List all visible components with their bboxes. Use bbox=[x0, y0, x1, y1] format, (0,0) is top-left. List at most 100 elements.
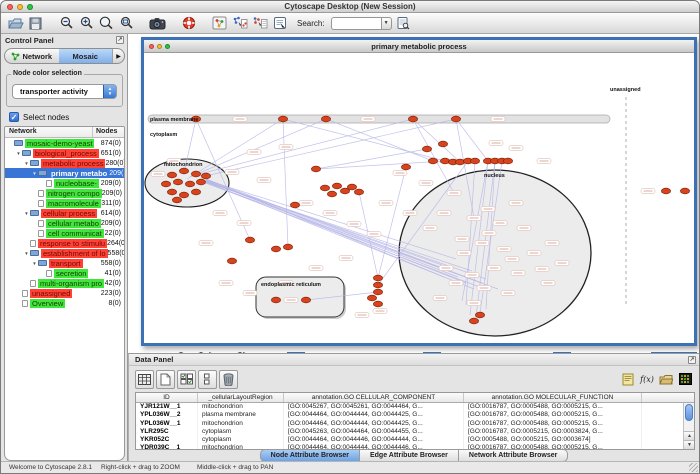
network-node[interactable] bbox=[451, 116, 460, 122]
network-view-window[interactable]: primary metabolic process plasma membran… bbox=[141, 37, 697, 346]
background-windows-strip[interactable] bbox=[141, 346, 697, 353]
zoom-window-icon[interactable] bbox=[27, 4, 33, 10]
function-builder-icon[interactable]: f(x) bbox=[639, 372, 655, 387]
network-node[interactable] bbox=[327, 191, 336, 197]
open-file-icon[interactable] bbox=[7, 15, 24, 31]
table-row[interactable]: YLR295Ccytoplasm[GO:0045263, GO:0044464,… bbox=[136, 428, 683, 436]
network-node[interactable] bbox=[271, 246, 280, 252]
expand-arrow-icon[interactable]: ▼ bbox=[23, 211, 30, 216]
import-network-icon[interactable] bbox=[231, 15, 248, 31]
network-node[interactable] bbox=[167, 172, 176, 178]
network-node[interactable] bbox=[347, 184, 356, 190]
network-node[interactable] bbox=[428, 158, 437, 164]
network-node[interactable] bbox=[172, 197, 181, 203]
network-node[interactable] bbox=[179, 192, 188, 198]
delete-attribute-icon[interactable] bbox=[219, 370, 238, 389]
enhanced-search-icon[interactable] bbox=[395, 15, 412, 31]
frame-minimize-icon[interactable] bbox=[157, 44, 162, 49]
column-header-0[interactable]: ID bbox=[136, 393, 198, 402]
tree-row-secretion[interactable]: secretion41(0) bbox=[5, 268, 124, 278]
table-row[interactable]: YKR052Ccytoplasm[GO:0044464, GO:0044446,… bbox=[136, 436, 683, 444]
zoom-out-icon[interactable] bbox=[58, 15, 75, 31]
network-node[interactable] bbox=[354, 189, 363, 195]
tab-network[interactable]: Network bbox=[5, 49, 59, 63]
tree-row-overview[interactable]: Overview8(0) bbox=[5, 298, 124, 308]
search-dropdown-icon[interactable]: ▼ bbox=[381, 17, 392, 30]
combo-stepper-icon[interactable]: ▲▼ bbox=[103, 84, 117, 99]
select-nodes-checkbox[interactable]: ✓ bbox=[9, 112, 19, 122]
network-node[interactable] bbox=[661, 188, 670, 194]
network-node[interactable] bbox=[196, 179, 205, 185]
tree-row-establishment-of-lo[interactable]: ▼establishment of lo558(0) bbox=[5, 248, 124, 258]
table-scrollbar[interactable]: ▲ ▼ bbox=[683, 403, 694, 449]
expand-arrow-icon[interactable]: ▼ bbox=[31, 261, 38, 266]
table-row[interactable]: YPL036W__2plasma membrane[GO:0044464, GO… bbox=[136, 411, 683, 419]
column-header-1[interactable]: _cellularLayoutRegion bbox=[198, 393, 284, 402]
network-node[interactable] bbox=[438, 141, 447, 147]
column-header-3[interactable]: annotation.GO MOLECULAR_FUNCTION bbox=[464, 393, 642, 402]
network-node[interactable] bbox=[161, 181, 170, 187]
network-node[interactable] bbox=[408, 116, 417, 122]
float-panel-icon[interactable]: ↗ bbox=[116, 36, 124, 44]
manage-networks-icon[interactable] bbox=[211, 15, 228, 31]
search-input[interactable] bbox=[331, 17, 381, 30]
network-node[interactable] bbox=[373, 275, 382, 281]
frame-close-icon[interactable] bbox=[149, 44, 154, 49]
network-node[interactable] bbox=[422, 146, 431, 152]
tree-row-mosaic-demo-yeast[interactable]: mosaic-demo-yeast874(0) bbox=[5, 138, 124, 148]
heatmap-icon[interactable] bbox=[677, 372, 693, 387]
scroll-down-icon[interactable]: ▼ bbox=[684, 440, 695, 449]
network-node[interactable] bbox=[475, 312, 484, 318]
frame-zoom-icon[interactable] bbox=[165, 44, 170, 49]
attribute-matrix-small-icon[interactable] bbox=[198, 370, 217, 389]
tree-row-cell-communicat[interactable]: cell communicat22(0) bbox=[5, 228, 124, 238]
network-canvas[interactable]: plasma membrane cytoplasm mitochondrion … bbox=[144, 53, 694, 343]
network-node[interactable] bbox=[201, 173, 210, 179]
zoom-fit-icon[interactable] bbox=[98, 15, 115, 31]
tree-row-unassigned[interactable]: unassigned223(0) bbox=[5, 288, 124, 298]
tree-row-macromolecule[interactable]: macromolecule311(0) bbox=[5, 198, 124, 208]
tree-row-biological-process[interactable]: ▼biological_process651(0) bbox=[5, 148, 124, 158]
network-node[interactable] bbox=[191, 189, 200, 195]
tree-row-primary-metabo[interactable]: ▼primary metabo209(... bbox=[5, 168, 124, 178]
network-node[interactable] bbox=[321, 116, 330, 122]
network-node[interactable] bbox=[680, 188, 689, 194]
zoom-selected-region-icon[interactable] bbox=[118, 15, 135, 31]
network-node[interactable] bbox=[179, 168, 188, 174]
network-node[interactable] bbox=[332, 183, 341, 189]
network-node[interactable] bbox=[373, 301, 382, 307]
annotation-form-icon[interactable] bbox=[271, 15, 288, 31]
zoom-in-icon[interactable] bbox=[78, 15, 95, 31]
tab-mosaic[interactable]: Mosaic bbox=[59, 49, 113, 63]
network-node[interactable] bbox=[271, 297, 280, 303]
tab-overflow-arrow[interactable]: ▶ bbox=[112, 49, 124, 63]
snapshot-icon[interactable] bbox=[149, 15, 166, 31]
network-node[interactable] bbox=[290, 202, 299, 208]
select-attributes-icon[interactable] bbox=[135, 370, 154, 389]
network-node[interactable] bbox=[301, 297, 310, 303]
tree-row-nucleobase-[interactable]: nucleobase-209(0) bbox=[5, 178, 124, 188]
network-node[interactable] bbox=[470, 158, 479, 164]
network-node[interactable] bbox=[191, 171, 200, 177]
network-node[interactable] bbox=[455, 159, 464, 165]
network-view-titlebar[interactable]: primary metabolic process bbox=[144, 40, 694, 53]
expand-arrow-icon[interactable]: ▼ bbox=[15, 151, 22, 156]
network-node[interactable] bbox=[173, 179, 182, 185]
network-node[interactable] bbox=[373, 289, 382, 295]
table-row[interactable]: YPL036W__1mitochondrion[GO:0044464, GO:0… bbox=[136, 420, 683, 428]
import-attributes-icon[interactable] bbox=[251, 15, 268, 31]
network-node[interactable] bbox=[503, 158, 512, 164]
scroll-up-icon[interactable]: ▲ bbox=[684, 431, 695, 440]
scrollbar-thumb[interactable] bbox=[685, 404, 693, 421]
table-row[interactable]: YJR121W__1mitochondrion[GO:0045267, GO:0… bbox=[136, 403, 683, 411]
attribute-matrix-icon[interactable] bbox=[177, 370, 196, 389]
import-folder-icon[interactable] bbox=[658, 372, 674, 387]
network-node[interactable] bbox=[320, 185, 329, 191]
network-node[interactable] bbox=[440, 158, 449, 164]
network-node[interactable] bbox=[167, 189, 176, 195]
network-node[interactable] bbox=[469, 318, 478, 324]
new-attribute-icon[interactable] bbox=[156, 370, 175, 389]
expand-arrow-icon[interactable]: ▼ bbox=[23, 251, 30, 256]
close-icon[interactable] bbox=[7, 4, 13, 10]
tree-row-metabolic-process[interactable]: ▼metabolic process280(0) bbox=[5, 158, 124, 168]
